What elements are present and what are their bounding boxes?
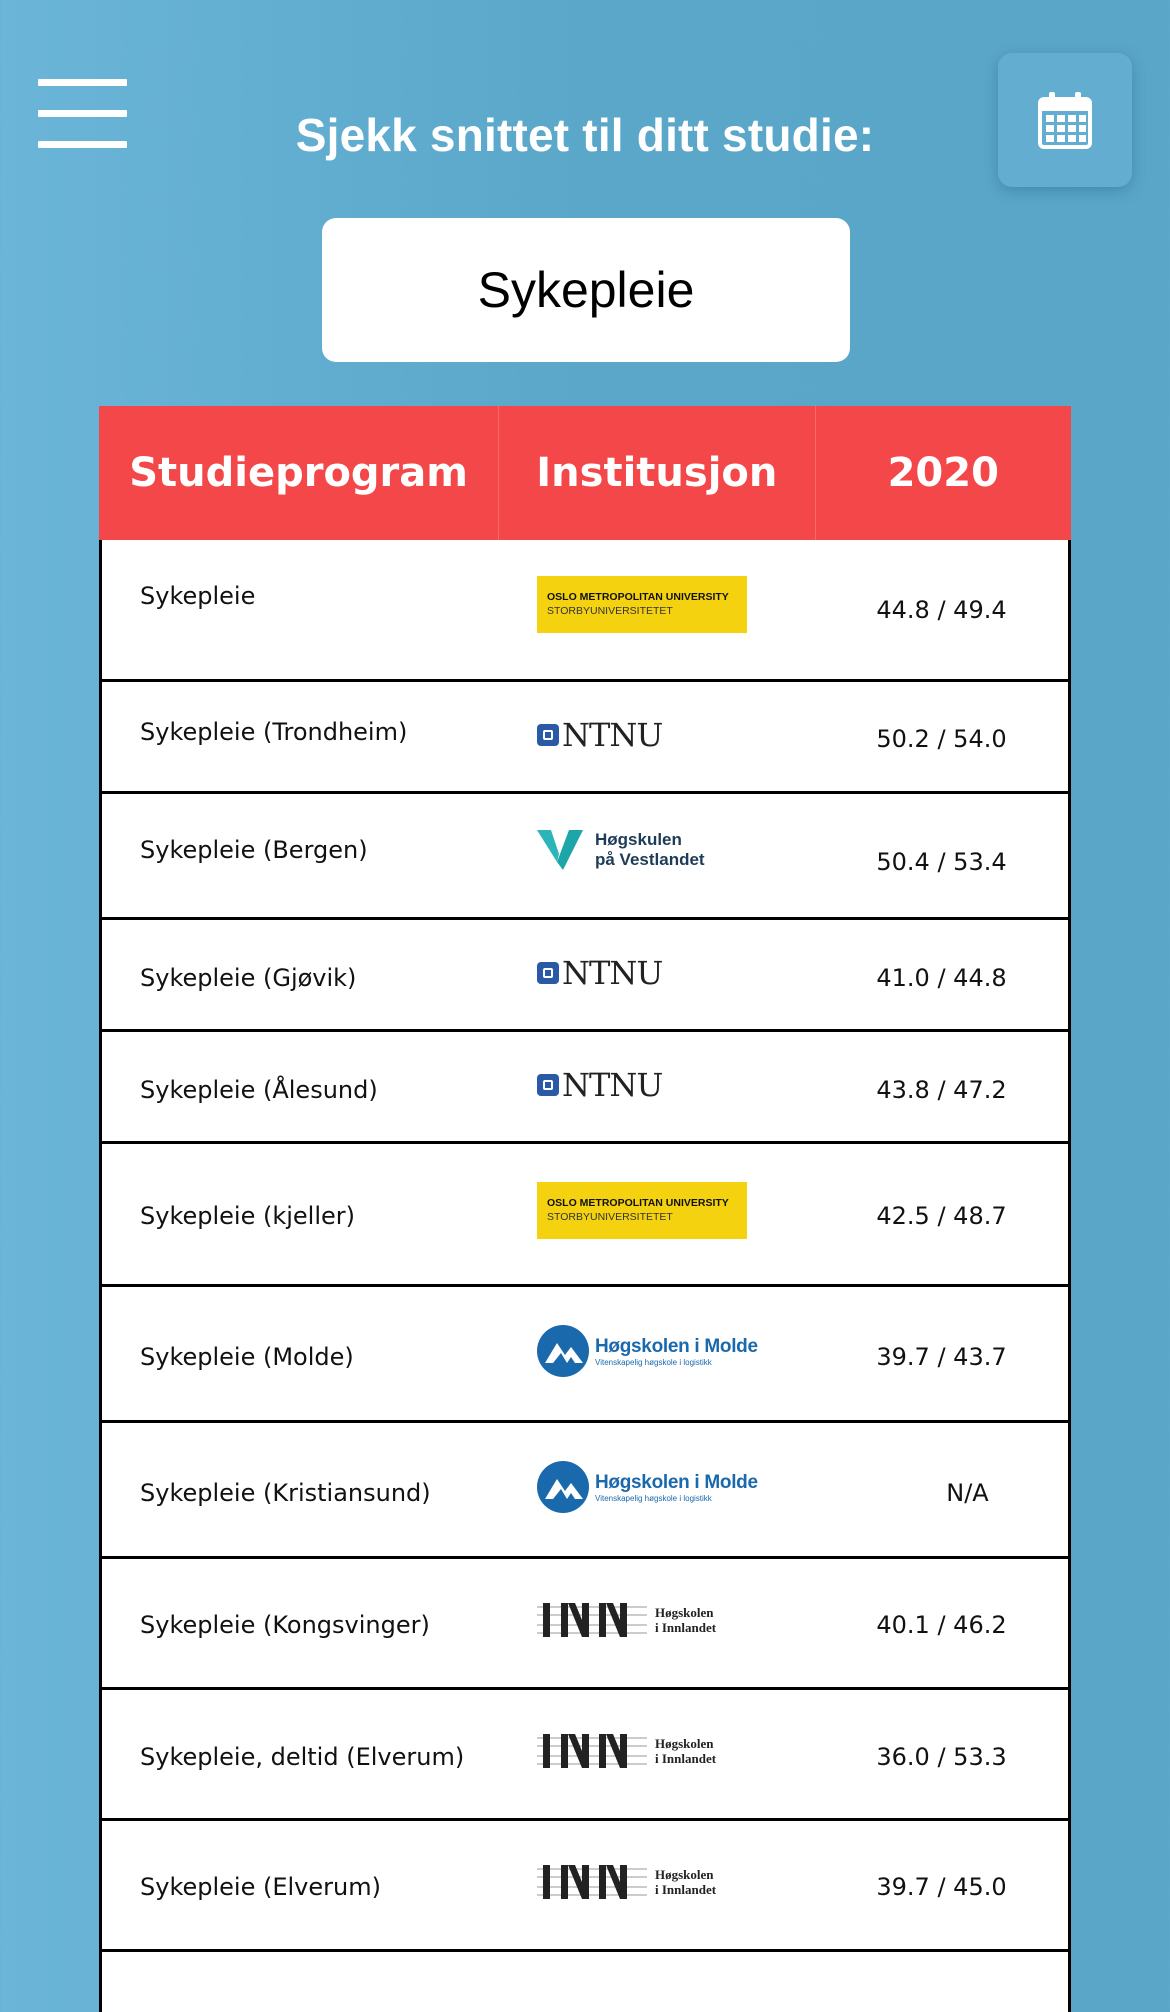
molde-mountain-icon — [537, 1325, 589, 1377]
ntnu-logo: NTNU — [537, 1066, 663, 1104]
ntnu-mark-icon — [537, 724, 559, 746]
table-row[interactable]: Sykepleie OSLO METROPOLITAN UNIVERSITY S… — [102, 540, 1068, 682]
page-title: Sjekk snittet til ditt studie: — [295, 109, 875, 161]
ntnu-mark-icon — [537, 1074, 559, 1096]
score-value: 39.7 / 43.7 — [876, 1343, 1007, 1371]
score-value: 50.4 / 53.4 — [876, 848, 1007, 876]
score-value: 43.8 / 47.2 — [876, 1076, 1007, 1104]
table-row[interactable]: Sykepleie (Bergen) Høgskulen på Vestland… — [102, 794, 1068, 920]
table-row[interactable]: Sykepleie (kjeller) OSLO METROPOLITAN UN… — [102, 1144, 1068, 1287]
inn-logo: Høgskolen i Innlandet — [537, 1859, 716, 1905]
score-value: 41.0 / 44.8 — [876, 964, 1007, 992]
table-body: Sykepleie OSLO METROPOLITAN UNIVERSITY S… — [99, 540, 1071, 2012]
inn-mark-icon — [537, 1603, 647, 1637]
score-value: N/A — [946, 1479, 989, 1507]
program-select[interactable]: Sykepleie — [322, 218, 850, 362]
table-row[interactable]: Sykepleie, deltid (Elverum) Høgskolen i … — [102, 1690, 1068, 1821]
molde-mountain-icon — [537, 1461, 589, 1513]
score-value: 40.1 / 46.2 — [876, 1611, 1007, 1639]
program-name: Sykepleie, deltid (Elverum) — [140, 1743, 465, 1771]
inn-logo: Høgskolen i Innlandet — [537, 1728, 716, 1774]
ntnu-logo: NTNU — [537, 716, 663, 754]
molde-logo: Høgskolen i Molde Vitenskapelig høgskole… — [537, 1325, 758, 1377]
results-table: Studieprogram Institusjon 2020 Sykepleie… — [99, 406, 1071, 2012]
table-row[interactable]: Sykepleie (Elverum) Høgskolen i Innlande… — [102, 1821, 1068, 1952]
ntnu-logo: NTNU — [537, 954, 663, 992]
program-name: Sykepleie (Kongsvinger) — [140, 1611, 430, 1639]
score-value: 36.0 / 53.3 — [876, 1743, 1007, 1771]
score-value: 39.7 / 45.0 — [876, 1873, 1007, 1901]
molde-logo: Høgskolen i Molde Vitenskapelig høgskole… — [537, 1461, 758, 1513]
table-row[interactable] — [102, 1952, 1068, 2012]
inn-logo: Høgskolen i Innlandet — [537, 1597, 716, 1643]
hvl-mark-icon — [537, 830, 583, 870]
program-name: Sykepleie — [140, 582, 256, 610]
program-name: Sykepleie (Molde) — [140, 1343, 354, 1371]
column-header-institution[interactable]: Institusjon — [499, 406, 816, 540]
column-header-year[interactable]: 2020 — [816, 406, 1071, 540]
oslomet-logo: OSLO METROPOLITAN UNIVERSITY STORBYUNIVE… — [537, 576, 747, 633]
table-row[interactable]: Sykepleie (Trondheim) NTNU 50.2 / 54.0 — [102, 682, 1068, 794]
program-name: Sykepleie (kjeller) — [140, 1202, 356, 1230]
score-value: 44.8 / 49.4 — [876, 596, 1007, 624]
inn-mark-icon — [537, 1734, 647, 1768]
ntnu-mark-icon — [537, 962, 559, 984]
hvl-logo: Høgskulen på Vestlandet — [537, 830, 705, 870]
oslomet-logo: OSLO METROPOLITAN UNIVERSITY STORBYUNIVE… — [537, 1182, 747, 1239]
inn-mark-icon — [537, 1865, 647, 1899]
table-header: Studieprogram Institusjon 2020 — [99, 406, 1071, 540]
table-row[interactable]: Sykepleie (Ålesund) NTNU 43.8 / 47.2 — [102, 1032, 1068, 1144]
program-name: Sykepleie (Ålesund) — [140, 1076, 378, 1104]
program-name: Sykepleie (Elverum) — [140, 1873, 381, 1901]
program-name: Sykepleie (Gjøvik) — [140, 964, 357, 992]
hamburger-menu-icon — [38, 79, 127, 86]
score-value: 42.5 / 48.7 — [876, 1202, 1007, 1230]
table-row[interactable]: Sykepleie (Kristiansund) Høgskolen i Mol… — [102, 1423, 1068, 1559]
program-name: Sykepleie (Kristiansund) — [140, 1479, 431, 1507]
program-name: Sykepleie (Bergen) — [140, 836, 368, 864]
table-row[interactable]: Sykepleie (Gjøvik) NTNU 41.0 / 44.8 — [102, 920, 1068, 1032]
program-name: Sykepleie (Trondheim) — [140, 718, 408, 746]
column-header-program[interactable]: Studieprogram — [99, 406, 500, 540]
table-row[interactable]: Sykepleie (Kongsvinger) Høgskolen i Innl… — [102, 1559, 1068, 1690]
score-value: 50.2 / 54.0 — [876, 725, 1007, 753]
table-row[interactable]: Sykepleie (Molde) Høgskolen i Molde Vite… — [102, 1287, 1068, 1423]
